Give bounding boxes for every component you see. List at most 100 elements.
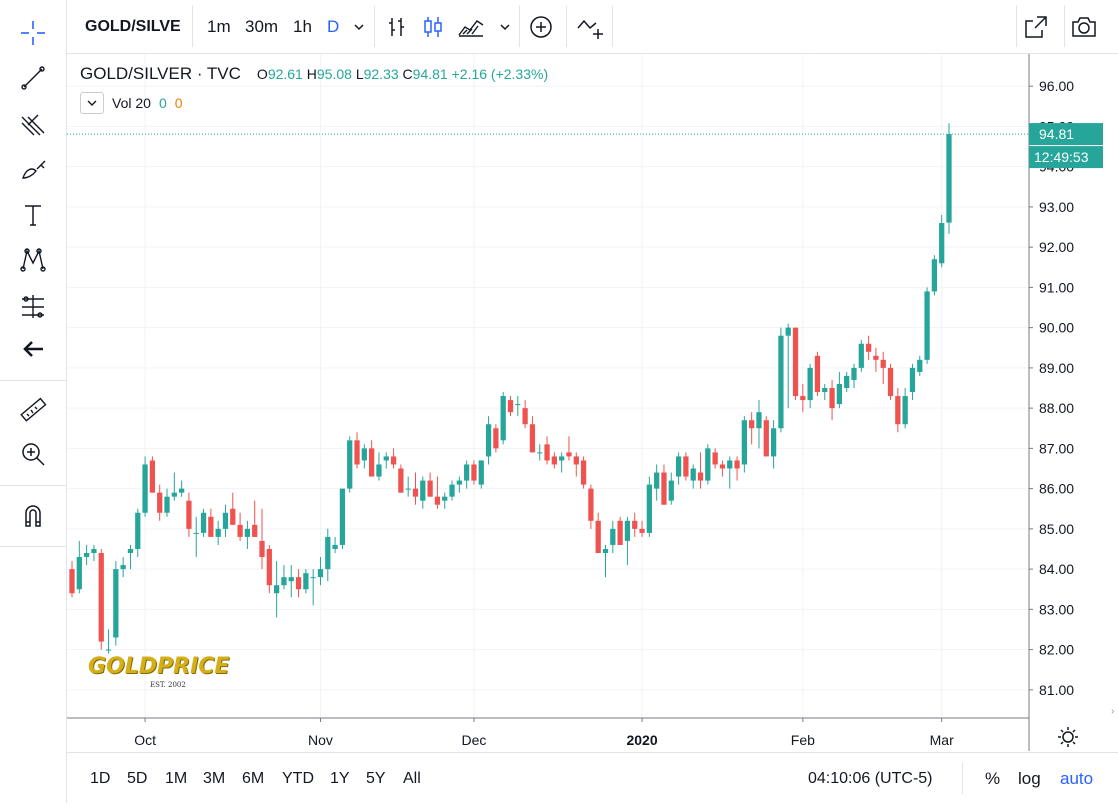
candle[interactable] [763,416,769,457]
candle[interactable] [186,492,192,537]
candle[interactable] [420,476,426,509]
magnet-icon[interactable] [13,498,53,534]
candle[interactable] [909,363,916,401]
candle[interactable] [632,512,638,537]
text-icon[interactable] [13,197,53,233]
candle[interactable] [142,456,148,517]
candle[interactable] [347,436,353,493]
candle[interactable] [610,520,616,554]
candle[interactable] [310,569,316,606]
range-1m[interactable]: 1M [165,753,187,804]
candle[interactable] [858,339,864,372]
candle[interactable] [829,379,835,421]
candle[interactable] [529,416,536,453]
range-ytd[interactable]: YTD [282,753,314,804]
candle[interactable] [456,476,462,493]
candle[interactable] [836,371,843,409]
candle[interactable] [880,351,886,384]
candle[interactable] [515,396,521,417]
interval-dropdown[interactable] [352,0,366,53]
candle[interactable] [705,444,711,485]
candle[interactable] [83,544,90,566]
candle[interactable] [113,561,119,646]
candle[interactable] [551,452,557,469]
candle[interactable] [719,460,726,477]
candle[interactable] [164,488,170,517]
candle[interactable] [814,351,821,397]
fib-retracement-icon[interactable] [13,106,53,142]
candle[interactable] [654,464,660,501]
candle[interactable] [354,432,360,469]
candle[interactable] [770,420,777,469]
candle[interactable] [785,323,791,409]
range-6m[interactable]: 6M [242,753,264,804]
arrow-left-icon[interactable] [13,331,53,367]
candle[interactable] [580,456,587,489]
interval-1m[interactable]: 1m [207,0,231,53]
candle[interactable] [171,472,177,501]
candle[interactable] [464,460,470,489]
chart-type-dropdown[interactable] [498,0,512,53]
candle[interactable] [427,472,433,497]
candle[interactable] [895,388,901,433]
screenshot-button[interactable] [1070,0,1098,53]
candle[interactable] [507,396,514,417]
candle[interactable] [727,456,733,489]
crosshair-icon[interactable] [13,15,53,51]
range-1y[interactable]: 1Y [330,753,350,804]
candle[interactable] [230,492,236,525]
candle[interactable] [931,255,938,296]
candle[interactable] [471,460,477,485]
range-all[interactable]: All [403,753,421,804]
candle[interactable] [149,456,156,493]
candle[interactable] [237,512,243,541]
prediction-icon[interactable] [13,288,53,324]
trend-line-icon[interactable] [13,60,53,96]
candle[interactable] [712,448,718,469]
candle[interactable] [295,569,302,598]
candle[interactable] [602,544,609,578]
clock-timezone[interactable]: 04:10:06 (UTC-5) [808,753,933,804]
candle[interactable] [215,520,221,545]
candle[interactable] [683,452,689,481]
candle[interactable] [588,484,594,529]
collapse-legend-button[interactable] [80,92,104,114]
range-5d[interactable]: 5D [127,753,147,804]
candle[interactable] [544,436,550,465]
candle[interactable] [778,327,784,433]
range-3m[interactable]: 3M [203,753,225,804]
candle[interactable] [668,472,674,505]
candle[interactable] [339,488,346,549]
candle[interactable] [756,400,762,449]
candle[interactable] [807,363,813,409]
candle[interactable] [639,520,645,537]
candle[interactable] [259,508,265,570]
candle[interactable] [288,565,294,598]
candle[interactable] [865,335,872,360]
candle[interactable] [485,416,492,465]
candle[interactable] [390,448,397,469]
candle[interactable] [624,516,631,566]
legend-title[interactable]: GOLD/SILVER · TVC [80,64,241,84]
candle[interactable] [595,512,601,554]
percent-toggle[interactable]: % [985,753,1000,804]
candle[interactable] [697,452,704,489]
candle[interactable] [383,452,389,469]
pattern-icon[interactable] [13,242,53,278]
candlestick-chart[interactable]: 96.0095.0094.0093.0092.0091.0090.0089.00… [67,54,1118,751]
candle[interactable] [675,452,682,485]
candle[interactable] [917,355,923,376]
candle[interactable] [405,476,411,497]
brush-icon[interactable] [13,152,53,188]
range-1d[interactable]: 1D [90,753,110,804]
candle[interactable] [434,476,441,509]
candle[interactable] [252,500,258,537]
candle[interactable] [559,452,565,473]
candle[interactable] [120,557,126,578]
candle[interactable] [325,528,331,582]
indicators-button[interactable] [576,0,606,53]
candle[interactable] [844,371,850,393]
candle[interactable] [887,363,894,401]
candle[interactable] [303,569,309,594]
candle[interactable] [208,508,214,537]
